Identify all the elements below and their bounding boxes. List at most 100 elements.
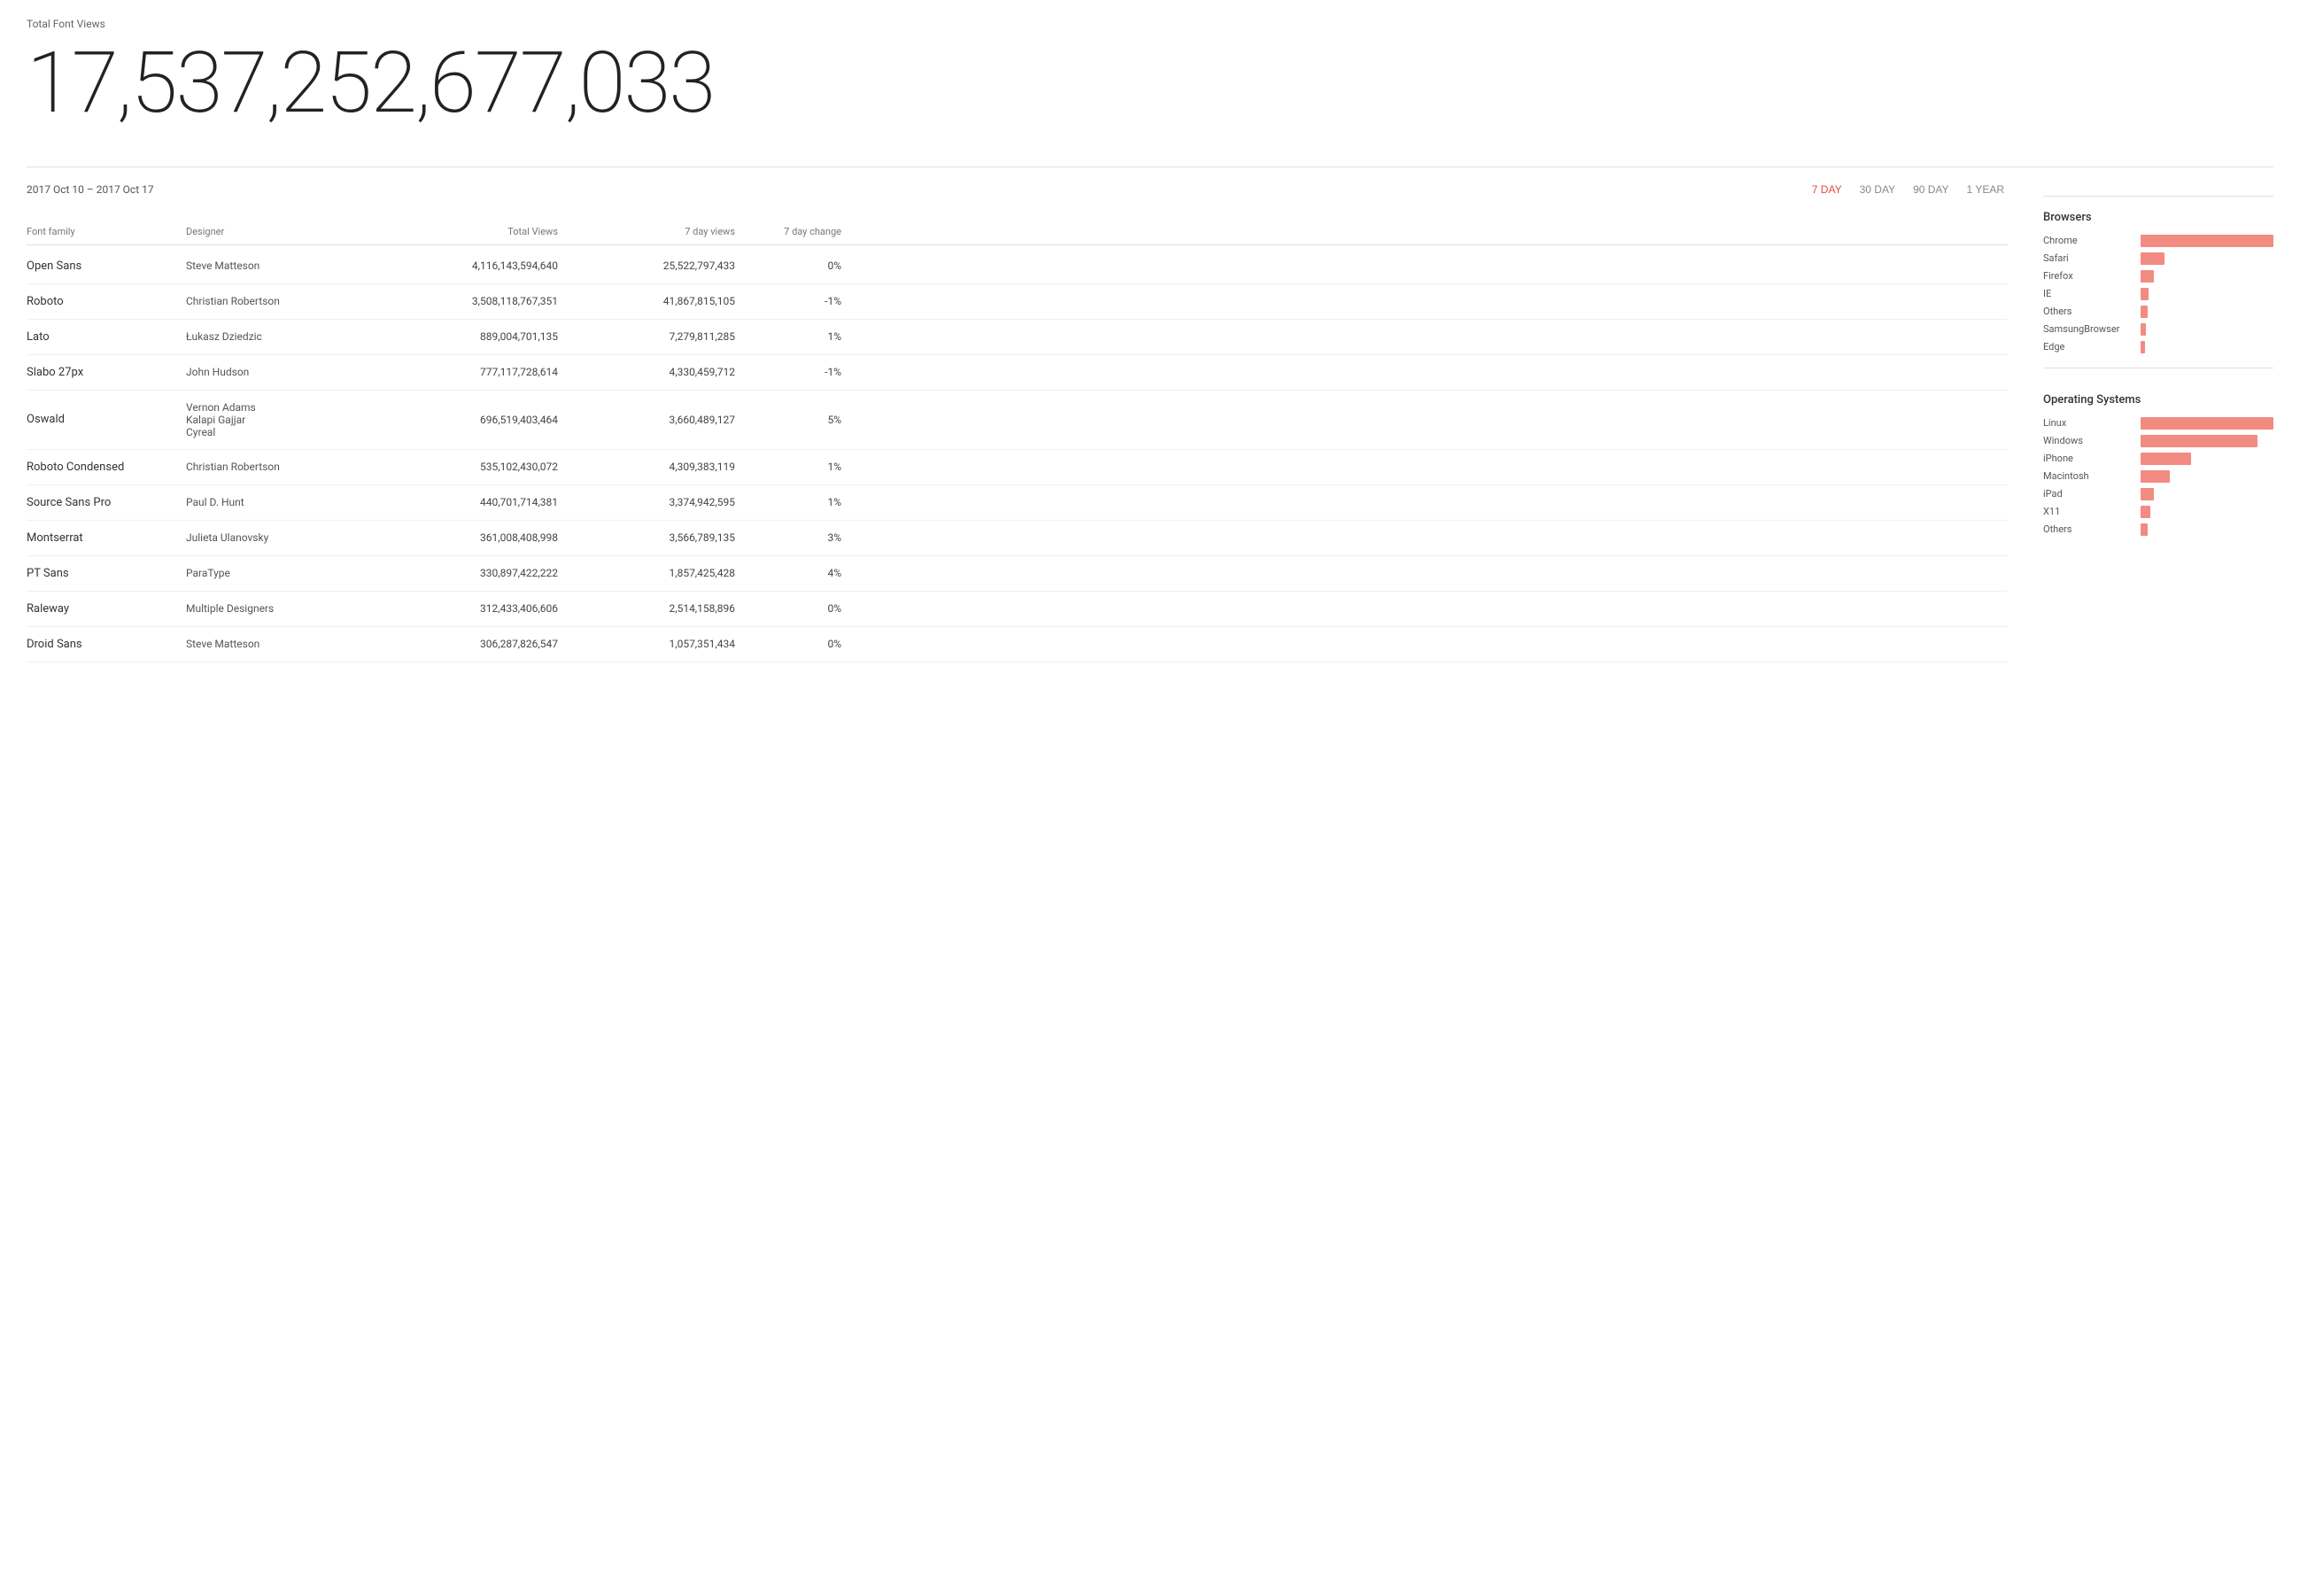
total-views: 312,433,406,606	[381, 602, 558, 615]
browser-bar-container	[2141, 323, 2273, 336]
os-label: X11	[2043, 506, 2141, 517]
browser-label: Chrome	[2043, 235, 2141, 246]
browser-row: IE	[2043, 288, 2273, 300]
os-bar	[2141, 506, 2150, 518]
7day-views: 2,514,158,896	[558, 602, 735, 615]
browser-bar-container	[2141, 306, 2273, 318]
browser-row: Chrome	[2043, 235, 2273, 247]
designer-name: Julieta Ulanovsky	[186, 531, 381, 544]
os-bar	[2141, 523, 2148, 536]
total-views: 361,008,408,998	[381, 531, 558, 544]
browser-label: Others	[2043, 306, 2141, 317]
browser-bar	[2141, 252, 2164, 265]
col-header-change: 7 day change	[735, 226, 841, 237]
designer-name: Steve Matteson	[186, 260, 381, 272]
table-row: Roboto Christian Robertson 3,508,118,767…	[27, 284, 2008, 320]
browser-label: Edge	[2043, 341, 2141, 353]
7day-views: 3,660,489,127	[558, 414, 735, 426]
font-name: Roboto Condensed	[27, 461, 186, 474]
total-views: 306,287,826,547	[381, 638, 558, 650]
font-name: Slabo 27px	[27, 366, 186, 379]
os-bar-container	[2141, 488, 2273, 500]
designer-name: Christian Robertson	[186, 461, 381, 473]
designer-name: Steve Matteson	[186, 638, 381, 650]
period-1year[interactable]: 1 YEAR	[1963, 182, 2008, 198]
browsers-title: Browsers	[2043, 211, 2273, 224]
designer-name: Paul D. Hunt	[186, 496, 381, 508]
os-label: iPad	[2043, 488, 2141, 500]
os-bar	[2141, 488, 2154, 500]
font-name: Oswald	[27, 413, 186, 426]
os-row: Others	[2043, 523, 2273, 536]
font-name: PT Sans	[27, 567, 186, 580]
browser-bar	[2141, 288, 2149, 300]
browser-label: SamsungBrowser	[2043, 323, 2141, 335]
period-7day[interactable]: 7 DAY	[1808, 182, 1846, 198]
designer-name: Vernon AdamsKalapi GajjarCyreal	[186, 401, 381, 438]
7day-views: 25,522,797,433	[558, 260, 735, 272]
browser-bar-container	[2141, 270, 2273, 283]
7day-change: 4%	[735, 567, 841, 579]
browser-bar-container	[2141, 341, 2273, 353]
os-bar-container	[2141, 523, 2273, 536]
7day-change: 1%	[735, 330, 841, 343]
os-bar	[2141, 417, 2273, 430]
browser-bar	[2141, 341, 2145, 353]
os-row: Linux	[2043, 417, 2273, 430]
7day-change: 0%	[735, 638, 841, 650]
browser-bar	[2141, 235, 2273, 247]
table-row: Oswald Vernon AdamsKalapi GajjarCyreal 6…	[27, 391, 2008, 450]
os-title: Operating Systems	[2043, 393, 2273, 407]
os-bar	[2141, 470, 2170, 483]
browser-row: SamsungBrowser	[2043, 323, 2273, 336]
total-number: 17,537,252,677,033	[27, 37, 2273, 131]
browser-row: Others	[2043, 306, 2273, 318]
left-section: 2017 Oct 10 – 2017 Oct 17 7 DAY 30 DAY 9…	[27, 182, 2008, 662]
browser-bar-container	[2141, 252, 2273, 265]
os-bar-container	[2141, 470, 2273, 483]
table-body: Open Sans Steve Matteson 4,116,143,594,6…	[27, 249, 2008, 662]
browser-bar-container	[2141, 235, 2273, 247]
total-views: 696,519,403,464	[381, 414, 558, 426]
os-label: Windows	[2043, 435, 2141, 446]
browser-label: Safari	[2043, 252, 2141, 264]
designer-name: Łukasz Dziedzic	[186, 330, 381, 343]
os-row: iPhone	[2043, 453, 2273, 465]
designer-name: ParaType	[186, 567, 381, 579]
font-name: Source Sans Pro	[27, 496, 186, 509]
period-90day[interactable]: 90 DAY	[1909, 182, 1952, 198]
designer-name: Multiple Designers	[186, 602, 381, 615]
period-30day[interactable]: 30 DAY	[1856, 182, 1899, 198]
table-row: Slabo 27px John Hudson 777,117,728,614 4…	[27, 355, 2008, 391]
7day-change: 0%	[735, 260, 841, 272]
7day-views: 7,279,811,285	[558, 330, 735, 343]
date-range-bar: 2017 Oct 10 – 2017 Oct 17 7 DAY 30 DAY 9…	[27, 182, 2008, 198]
7day-change: 1%	[735, 496, 841, 508]
col-header-7day: 7 day views	[558, 226, 735, 237]
designer-name: John Hudson	[186, 366, 381, 378]
total-views: 4,116,143,594,640	[381, 260, 558, 272]
os-label: Linux	[2043, 417, 2141, 429]
right-section: Browsers Chrome Safari Firefox IE Others	[2043, 182, 2273, 662]
browser-row: Edge	[2043, 341, 2273, 353]
7day-views: 3,566,789,135	[558, 531, 735, 544]
os-row: X11	[2043, 506, 2273, 518]
os-bar-container	[2141, 506, 2273, 518]
7day-change: 0%	[735, 602, 841, 615]
7day-views: 4,330,459,712	[558, 366, 735, 378]
browsers-bars: Chrome Safari Firefox IE Others	[2043, 235, 2273, 353]
os-label: Macintosh	[2043, 470, 2141, 482]
7day-views: 1,857,425,428	[558, 567, 735, 579]
browser-bar	[2141, 270, 2154, 283]
table-row: PT Sans ParaType 330,897,422,222 1,857,4…	[27, 556, 2008, 592]
font-name: Raleway	[27, 602, 186, 616]
os-bars: Linux Windows iPhone Macintosh iPad	[2043, 417, 2273, 536]
7day-change: 3%	[735, 531, 841, 544]
col-header-designer: Designer	[186, 226, 381, 237]
7day-change: -1%	[735, 295, 841, 307]
7day-views: 1,057,351,434	[558, 638, 735, 650]
os-bar-container	[2141, 417, 2273, 430]
table-row: Source Sans Pro Paul D. Hunt 440,701,714…	[27, 485, 2008, 521]
os-label: iPhone	[2043, 453, 2141, 464]
7day-change: -1%	[735, 366, 841, 378]
